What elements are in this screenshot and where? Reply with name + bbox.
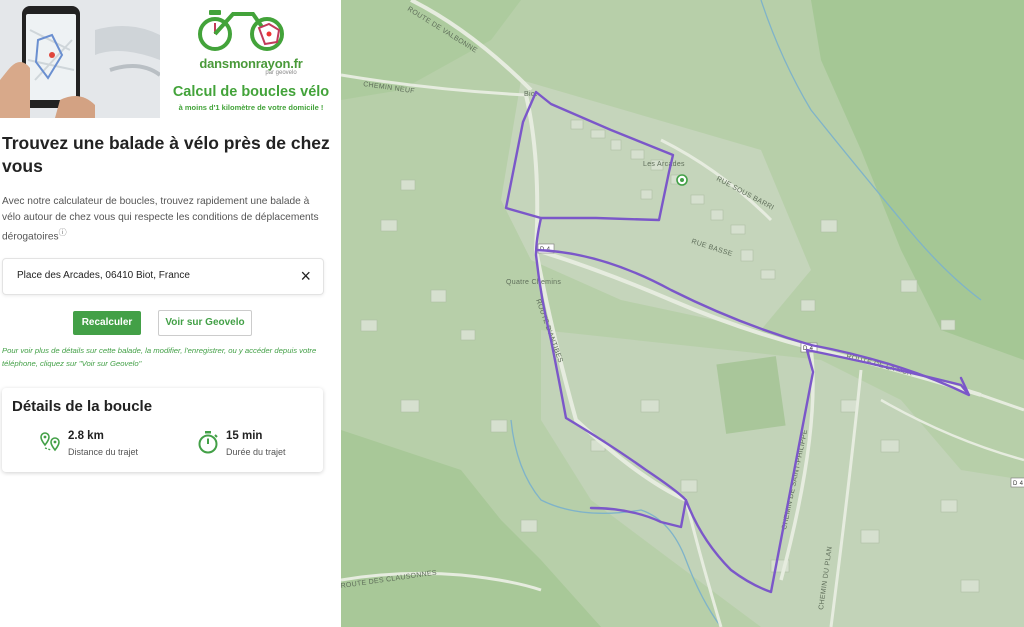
bicycle-clock-logo (198, 10, 284, 51)
geovelo-hint: Pour voir plus de détails sur cette bala… (2, 346, 317, 368)
phone-illustration (0, 0, 160, 118)
address-field[interactable]: Place des Arcades, 06410 Biot, France × (2, 258, 324, 295)
stopwatch-icon (198, 431, 218, 454)
label-les-arcades: Les Arcades (643, 161, 685, 168)
map-pins-icon (40, 432, 60, 452)
duration-value: 15 min (226, 430, 263, 442)
intro-text: Avec notre calculateur de boucles, trouv… (2, 194, 322, 245)
header-banner: dansmonrayon.fr par geovelo Calcul de bo… (0, 0, 341, 118)
phone-photo (0, 0, 160, 118)
start-marker[interactable] (676, 174, 688, 186)
loop-details-card: Détails de la boucle 2.8 km Distance du … (2, 388, 323, 472)
side-panel: dansmonrayon.fr par geovelo Calcul de bo… (0, 0, 341, 627)
duration-label: Durée du trajet (226, 447, 286, 457)
recalculate-button[interactable]: Recalculer (73, 311, 141, 335)
map-view[interactable]: ROUTE DE VALBONNE CHEMIN NEUF Biot Les A… (341, 0, 1024, 627)
sports-field (716, 356, 786, 434)
card-title: Détails de la boucle (12, 398, 153, 415)
distance-value: 2.8 km (68, 430, 104, 442)
logo-subtitle: à moins d'1 kilomètre de votre domicile … (178, 103, 324, 112)
road-shield-d4-edge: D 4 (1010, 477, 1024, 488)
address-value[interactable]: Place des Arcades, 06410 Biot, France (17, 270, 190, 281)
intro-body: Avec notre calculateur de boucles, trouv… (2, 196, 319, 243)
distance-label: Distance du trajet (68, 447, 139, 457)
close-icon[interactable]: × (300, 265, 311, 287)
map-canvas[interactable]: ROUTE DE VALBONNE CHEMIN NEUF Biot Les A… (341, 0, 1024, 627)
logo-title: Calcul de boucles vélo (172, 84, 330, 100)
view-geovelo-button[interactable]: Voir sur Geovelo (158, 310, 252, 336)
road-shield-d4-edge-label: D 4 (1013, 481, 1024, 487)
logo: dansmonrayon.fr par geovelo Calcul de bo… (165, 4, 337, 114)
info-icon[interactable]: ⓘ (59, 228, 67, 237)
label-quatre-chemins: Quatre Chemins (506, 279, 561, 286)
page-title: Trouvez une balade à vélo près de chez v… (2, 133, 330, 176)
brand-name: dansmonrayon.fr (199, 56, 303, 71)
